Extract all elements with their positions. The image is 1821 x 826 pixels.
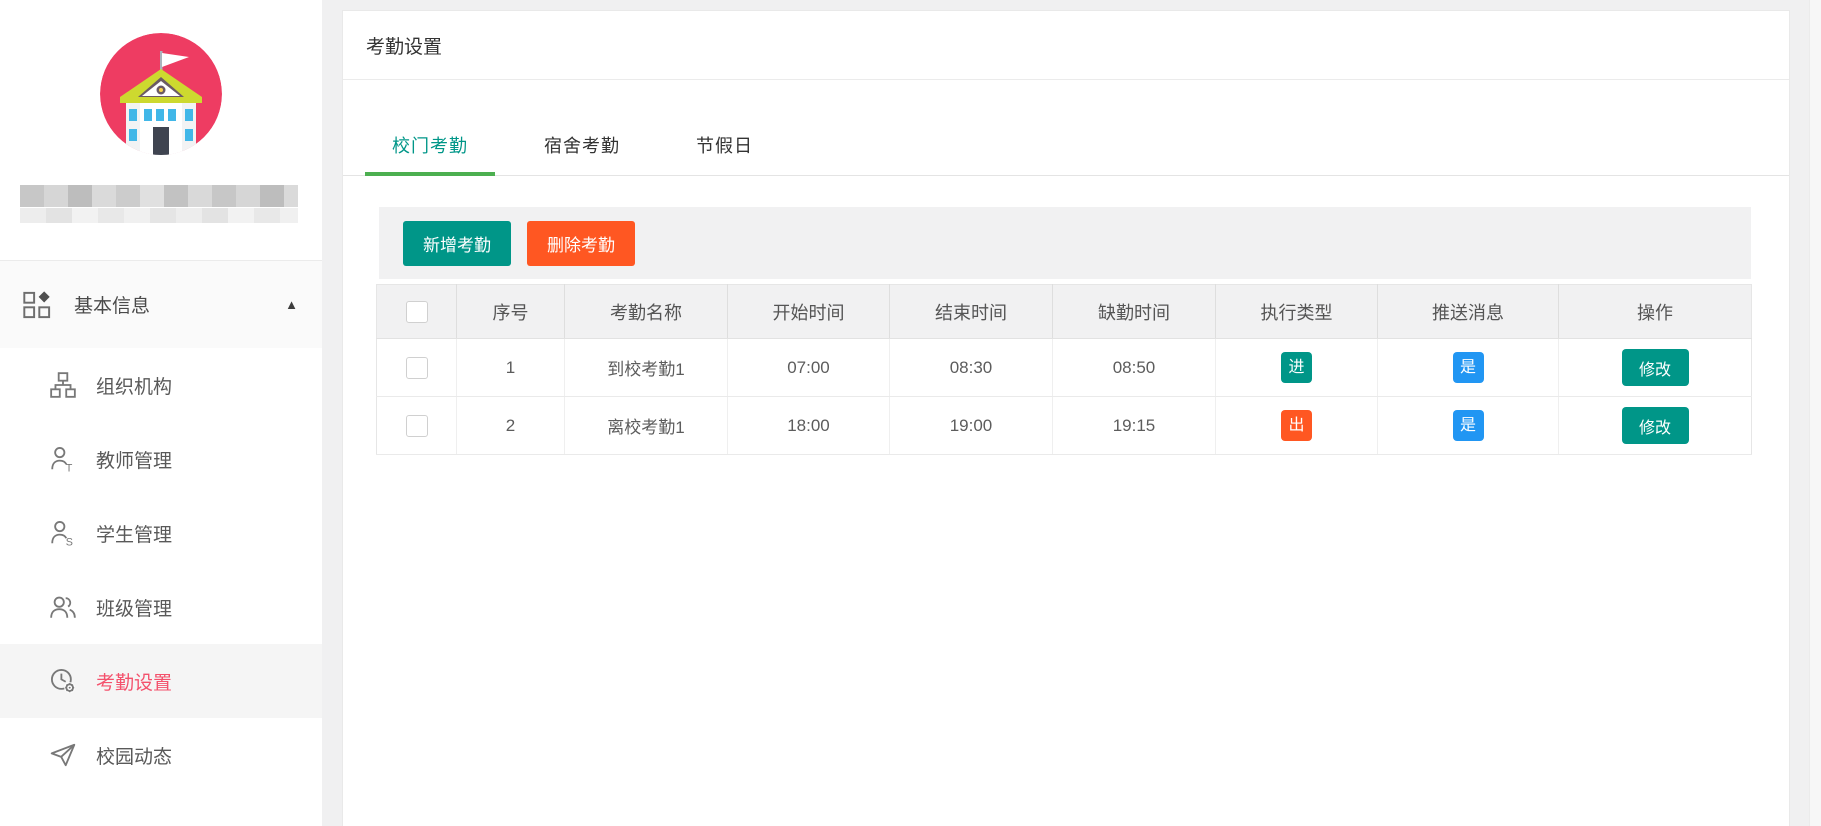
svg-text:T: T	[66, 462, 73, 473]
sidebar-item-classes[interactable]: 班级管理	[0, 570, 322, 644]
sidebar-item-label: 班级管理	[96, 594, 172, 621]
student-person-icon: S	[49, 519, 77, 547]
col-header-push-message: 推送消息	[1378, 285, 1559, 339]
col-header-start-time: 开始时间	[728, 285, 890, 339]
grid-diamond-icon	[22, 290, 52, 320]
col-header-end-time: 结束时间	[890, 285, 1053, 339]
table-row: 2 离校考勤1 18:00 19:00 19:15 出 是 修改	[377, 397, 1752, 455]
school-logo	[100, 33, 222, 155]
teacher-person-icon: T	[49, 445, 77, 473]
exec-type-badge: 出	[1281, 410, 1312, 441]
cell-absent-time: 08:50	[1053, 339, 1216, 397]
sidebar-menu: 组织机构 T 教师管理 S	[0, 348, 322, 792]
exec-type-badge: 进	[1281, 352, 1312, 383]
cell-no: 2	[457, 397, 565, 455]
page-title: 考勤设置	[366, 32, 442, 59]
modify-button[interactable]: 修改	[1622, 407, 1689, 444]
cell-no: 1	[457, 339, 565, 397]
add-attendance-button[interactable]: 新增考勤	[403, 221, 511, 266]
sidebar-group-label: 基本信息	[74, 291, 150, 318]
cell-start-time: 07:00	[728, 339, 890, 397]
svg-text:S: S	[66, 536, 73, 547]
sidebar-item-label: 教师管理	[96, 446, 172, 473]
sidebar-item-organization[interactable]: 组织机构	[0, 348, 322, 422]
push-message-badge: 是	[1453, 410, 1484, 441]
row-checkbox[interactable]	[406, 415, 428, 437]
delete-attendance-button[interactable]: 删除考勤	[527, 221, 635, 266]
app-root: 基本信息 ▲ 组织机构	[0, 0, 1821, 826]
logo-container	[0, 0, 322, 155]
sidebar-item-campus-news[interactable]: 校园动态	[0, 718, 322, 792]
table-row: 1 到校考勤1 07:00 08:30 08:50 进 是 修改	[377, 339, 1752, 397]
card-header: 考勤设置	[343, 11, 1789, 80]
redacted-school-name	[20, 185, 298, 223]
select-all-checkbox[interactable]	[406, 301, 428, 323]
table-header-row: 序号 考勤名称 开始时间 结束时间 缺勤时间 执行类型 推送消息 操作	[377, 285, 1752, 339]
col-header-absent-time: 缺勤时间	[1053, 285, 1216, 339]
cell-name: 到校考勤1	[565, 339, 728, 397]
tab-bar: 校门考勤 宿舍考勤 节假日	[343, 115, 1789, 176]
content-card: 考勤设置 校门考勤 宿舍考勤 节假日 新增考勤 删除考勤 序号	[342, 10, 1790, 826]
col-header-name: 考勤名称	[565, 285, 728, 339]
push-message-badge: 是	[1453, 352, 1484, 383]
sidebar-item-label: 校园动态	[96, 742, 172, 769]
sitemap-icon	[49, 371, 77, 399]
clock-gear-icon	[49, 667, 77, 695]
school-building-icon	[100, 33, 222, 155]
sidebar-item-attendance-settings[interactable]: 考勤设置	[0, 644, 322, 718]
sidebar: 基本信息 ▲ 组织机构	[0, 0, 322, 826]
cell-name: 离校考勤1	[565, 397, 728, 455]
page-scrollbar-track[interactable]	[1809, 0, 1821, 826]
cell-end-time: 19:00	[890, 397, 1053, 455]
modify-button[interactable]: 修改	[1622, 349, 1689, 386]
row-checkbox[interactable]	[406, 357, 428, 379]
sidebar-item-label: 考勤设置	[96, 668, 172, 695]
sidebar-item-teachers[interactable]: T 教师管理	[0, 422, 322, 496]
redacted-bar	[20, 185, 298, 207]
paper-plane-icon	[49, 741, 77, 769]
chevron-up-icon[interactable]: ▲	[285, 297, 298, 312]
cell-start-time: 18:00	[728, 397, 890, 455]
sidebar-group-basic-info[interactable]: 基本信息 ▲	[0, 261, 322, 348]
sidebar-item-students[interactable]: S 学生管理	[0, 496, 322, 570]
col-header-actions: 操作	[1559, 285, 1752, 339]
attendance-table: 序号 考勤名称 开始时间 结束时间 缺勤时间 执行类型 推送消息 操作 1 到	[376, 284, 1752, 455]
tab-school-gate-attendance[interactable]: 校门考勤	[365, 115, 495, 175]
table-toolbar: 新增考勤 删除考勤	[379, 207, 1751, 279]
tab-holidays[interactable]: 节假日	[669, 115, 780, 175]
cell-end-time: 08:30	[890, 339, 1053, 397]
sidebar-item-label: 学生管理	[96, 520, 172, 547]
sidebar-item-label: 组织机构	[96, 372, 172, 399]
cell-absent-time: 19:15	[1053, 397, 1216, 455]
redacted-bar	[20, 208, 298, 223]
people-group-icon	[49, 593, 77, 621]
tab-dormitory-attendance[interactable]: 宿舍考勤	[517, 115, 647, 175]
attendance-table-container: 序号 考勤名称 开始时间 结束时间 缺勤时间 执行类型 推送消息 操作 1 到	[376, 284, 1751, 455]
col-header-no: 序号	[457, 285, 565, 339]
col-header-exec-type: 执行类型	[1216, 285, 1378, 339]
